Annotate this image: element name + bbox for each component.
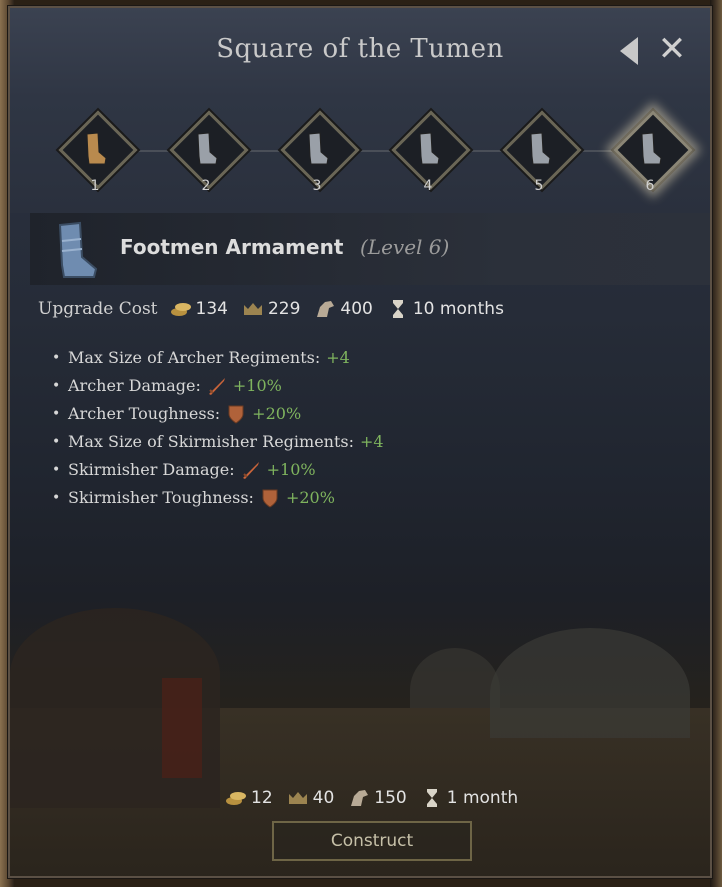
level-node-5[interactable]: 5 <box>502 110 582 204</box>
bullet: • <box>52 490 61 506</box>
upgrade-cost-horses: 400 <box>314 299 373 319</box>
shield-icon <box>262 489 278 508</box>
boot-icon <box>308 132 329 165</box>
effect-label: Skirmisher Damage: <box>68 460 235 479</box>
back-button[interactable] <box>620 36 644 66</box>
sword-icon <box>208 378 225 395</box>
title-bar: Square of the Tumen ✕ <box>10 8 710 98</box>
construct-cost-gold-value: 12 <box>251 788 273 808</box>
gold-icon <box>226 792 246 805</box>
effect-label: Max Size of Skirmisher Regiments: <box>68 432 355 451</box>
construct-cost-time: 1 month <box>421 788 518 808</box>
construct-cost-row: 12 40 150 1 month <box>225 784 532 812</box>
level-number: 3 <box>312 178 322 194</box>
sword-icon <box>242 462 259 479</box>
level-node-2[interactable]: 2 <box>169 110 249 204</box>
hourglass-icon <box>392 300 403 318</box>
construct-cost-prestige-value: 40 <box>312 788 335 808</box>
hourglass-icon <box>426 789 437 807</box>
effect-value: +4 <box>326 348 350 367</box>
effect-item: • Max Size of Archer Regiments: +4 <box>52 344 384 372</box>
scene-yurt-right <box>490 628 690 738</box>
effect-item: • Skirmisher Damage: +10% <box>52 456 384 484</box>
bullet: • <box>52 406 61 422</box>
boot-icon <box>419 132 440 165</box>
bullet: • <box>52 434 61 450</box>
item-level: (Level 6) <box>360 235 450 259</box>
upgrade-cost-label: Upgrade Cost <box>38 299 158 319</box>
upgrade-cost-row: Upgrade Cost 134 229 400 10 months <box>38 294 518 324</box>
item-name: Footmen Armament <box>120 235 344 259</box>
panel-title: Square of the Tumen <box>216 34 504 64</box>
building-panel: Square of the Tumen ✕ 123456 Footmen Arm… <box>7 5 713 879</box>
horse-icon <box>351 790 369 806</box>
upgrade-cost-gold: 134 <box>170 299 228 319</box>
scene-yurt-door <box>162 678 202 778</box>
effect-item: • Archer Damage: +10% <box>52 372 384 400</box>
construct-cost-prestige: 40 <box>287 788 335 808</box>
effects-list: • Max Size of Archer Regiments: +4 • Archer … <box>52 344 384 512</box>
construct-button[interactable]: Construct <box>272 821 472 861</box>
level-node-1[interactable]: 1 <box>58 110 138 204</box>
effect-item: • Max Size of Skirmisher Regiments: +4 <box>52 428 384 456</box>
level-number: 1 <box>90 178 100 194</box>
effect-value: +10% <box>266 460 316 479</box>
crown-icon <box>288 792 307 804</box>
level-number: 6 <box>645 178 655 194</box>
boot-icon <box>197 132 218 165</box>
item-header: Footmen Armament (Level 6) <box>30 213 710 285</box>
boot-icon <box>86 132 107 165</box>
effect-item: • Archer Toughness: +20% <box>52 400 384 428</box>
effect-label: Skirmisher Toughness: <box>68 488 254 507</box>
level-node-3[interactable]: 3 <box>280 110 360 204</box>
bullet: • <box>52 462 61 478</box>
gold-icon <box>170 303 191 316</box>
effect-item: • Skirmisher Toughness: +20% <box>52 484 384 512</box>
level-number: 5 <box>534 178 544 194</box>
level-node-4[interactable]: 4 <box>391 110 471 204</box>
construct-cost-horses: 150 <box>348 788 407 808</box>
upgrade-cost-gold-value: 134 <box>195 299 228 319</box>
construct-cost-gold: 12 <box>225 788 273 808</box>
boot-icon <box>530 132 551 165</box>
upgrade-cost-time: 10 months <box>387 299 504 319</box>
shield-icon <box>228 405 244 424</box>
close-button[interactable]: ✕ <box>654 32 690 68</box>
level-selector: 1 2 3 4 5 6 <box>10 98 710 213</box>
upgrade-cost-prestige: 229 <box>242 299 300 319</box>
construct-cost-time-value: 1 month <box>446 788 519 808</box>
upgrade-cost-time-value: 10 months <box>412 299 504 319</box>
effect-label: Archer Damage: <box>68 376 201 395</box>
upgrade-cost-horses-value: 400 <box>340 299 373 319</box>
effect-value: +4 <box>360 432 384 451</box>
bullet: • <box>52 350 61 366</box>
effect-label: Max Size of Archer Regiments: <box>68 348 321 367</box>
scene-yurt-mid <box>410 648 500 708</box>
close-icon: ✕ <box>657 29 687 69</box>
effect-value: +20% <box>252 404 302 423</box>
bullet: • <box>52 378 61 394</box>
level-node-6[interactable]: 6 <box>613 110 693 204</box>
boot-icon <box>641 132 662 165</box>
level-number: 2 <box>201 178 211 194</box>
effect-value: +20% <box>285 488 335 507</box>
crown-icon <box>243 303 262 315</box>
construct-cost-horses-value: 150 <box>374 788 407 808</box>
level-number: 4 <box>423 178 433 194</box>
horse-icon <box>317 301 335 317</box>
effect-label: Archer Toughness: <box>68 404 221 423</box>
boot-icon <box>58 221 98 278</box>
upgrade-cost-prestige-value: 229 <box>267 299 301 319</box>
effect-value: +10% <box>232 376 282 395</box>
back-arrow-icon <box>620 37 638 65</box>
